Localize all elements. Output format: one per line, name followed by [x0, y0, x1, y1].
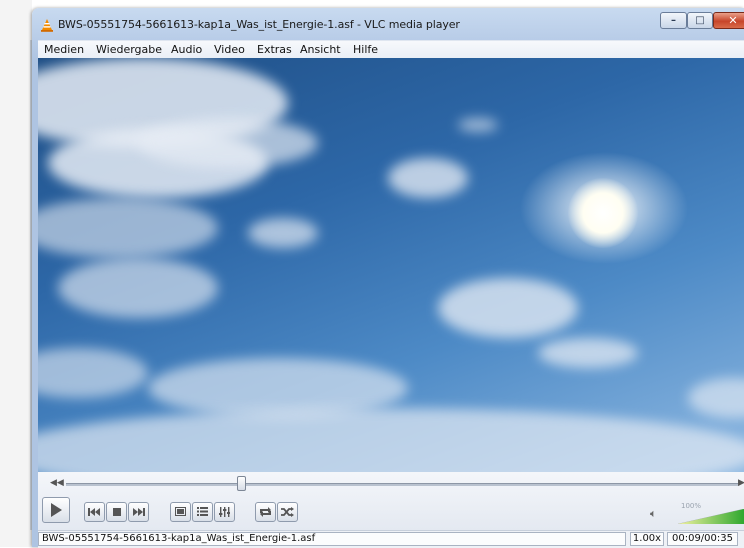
video-sun [568, 178, 638, 248]
video-cloud [38, 408, 744, 472]
maximize-icon: □ [695, 15, 705, 26]
previous-icon [88, 508, 100, 516]
status-filename: BWS-05551754-5661613-kap1a_Was_ist_Energ… [38, 532, 626, 546]
video-cloud [138, 118, 318, 168]
minimize-button[interactable]: – [660, 12, 687, 29]
maximize-button[interactable]: □ [687, 12, 713, 29]
menu-audio[interactable]: Audio [171, 43, 202, 56]
extended-settings-icon [219, 507, 230, 517]
video-cloud [458, 118, 498, 132]
fullscreen-button[interactable] [170, 502, 191, 522]
playlist-icon [197, 507, 208, 516]
stop-icon [112, 508, 121, 516]
elapsed-time[interactable]: 00:09/00:35 [667, 532, 738, 546]
status-bar: BWS-05551754-5661613-kap1a_Was_ist_Energ… [38, 530, 744, 548]
volume-slider[interactable] [678, 509, 744, 524]
close-button[interactable]: ✕ [713, 12, 744, 29]
menu-hilfe[interactable]: Hilfe [353, 43, 378, 56]
previous-button[interactable] [84, 502, 105, 522]
video-cloud [438, 278, 578, 338]
close-icon: ✕ [728, 14, 738, 27]
menu-video[interactable]: Video [214, 43, 245, 56]
next-button[interactable] [128, 502, 149, 522]
menu-medien[interactable]: Medien [44, 43, 84, 56]
next-icon [133, 508, 145, 516]
loop-button[interactable] [255, 502, 276, 522]
menu-extras[interactable]: Extras [257, 43, 292, 56]
video-cloud [688, 378, 744, 418]
shuffle-button[interactable] [277, 502, 298, 522]
seek-backward-icon: ◀◀ [50, 478, 64, 488]
control-panel: ◀◀ ▶ 🔈︎ 100% [38, 472, 744, 530]
loop-icon [260, 507, 271, 517]
speaker-icon[interactable]: 🔈︎ [650, 507, 657, 521]
vlc-cone-icon [41, 19, 53, 32]
video-cloud [58, 258, 218, 318]
menu-bar: Medien Wiedergabe Audio Video Extras Ans… [38, 40, 744, 59]
video-cloud [248, 218, 318, 248]
menu-wiedergabe[interactable]: Wiedergabe [96, 43, 162, 56]
video-cloud [538, 338, 638, 368]
vlc-window: BWS-05551754-5661613-kap1a_Was_ist_Energ… [32, 8, 744, 548]
menu-ansicht[interactable]: Ansicht [300, 43, 341, 56]
shuffle-icon [281, 507, 294, 517]
minimize-icon: – [671, 15, 676, 26]
seek-bar[interactable]: ◀◀ ▶ [38, 472, 744, 494]
extended-settings-button[interactable] [214, 502, 235, 522]
stop-button[interactable] [106, 502, 127, 522]
title-bar[interactable]: BWS-05551754-5661613-kap1a_Was_ist_Energ… [32, 8, 744, 38]
play-button[interactable] [42, 497, 70, 523]
video-display[interactable] [38, 58, 744, 472]
seek-handle[interactable] [236, 476, 246, 491]
video-cloud [38, 198, 218, 258]
video-cloud [38, 348, 148, 398]
playlist-button[interactable] [192, 502, 213, 522]
window-title: BWS-05551754-5661613-kap1a_Was_ist_Energ… [58, 18, 460, 31]
desktop-background [0, 0, 32, 547]
fullscreen-icon [175, 507, 186, 516]
seek-forward-icon: ▶ [738, 478, 744, 488]
playback-speed[interactable]: 1.00x [630, 532, 664, 546]
seek-track[interactable] [66, 483, 738, 486]
video-cloud [388, 158, 468, 198]
play-icon [51, 503, 62, 517]
